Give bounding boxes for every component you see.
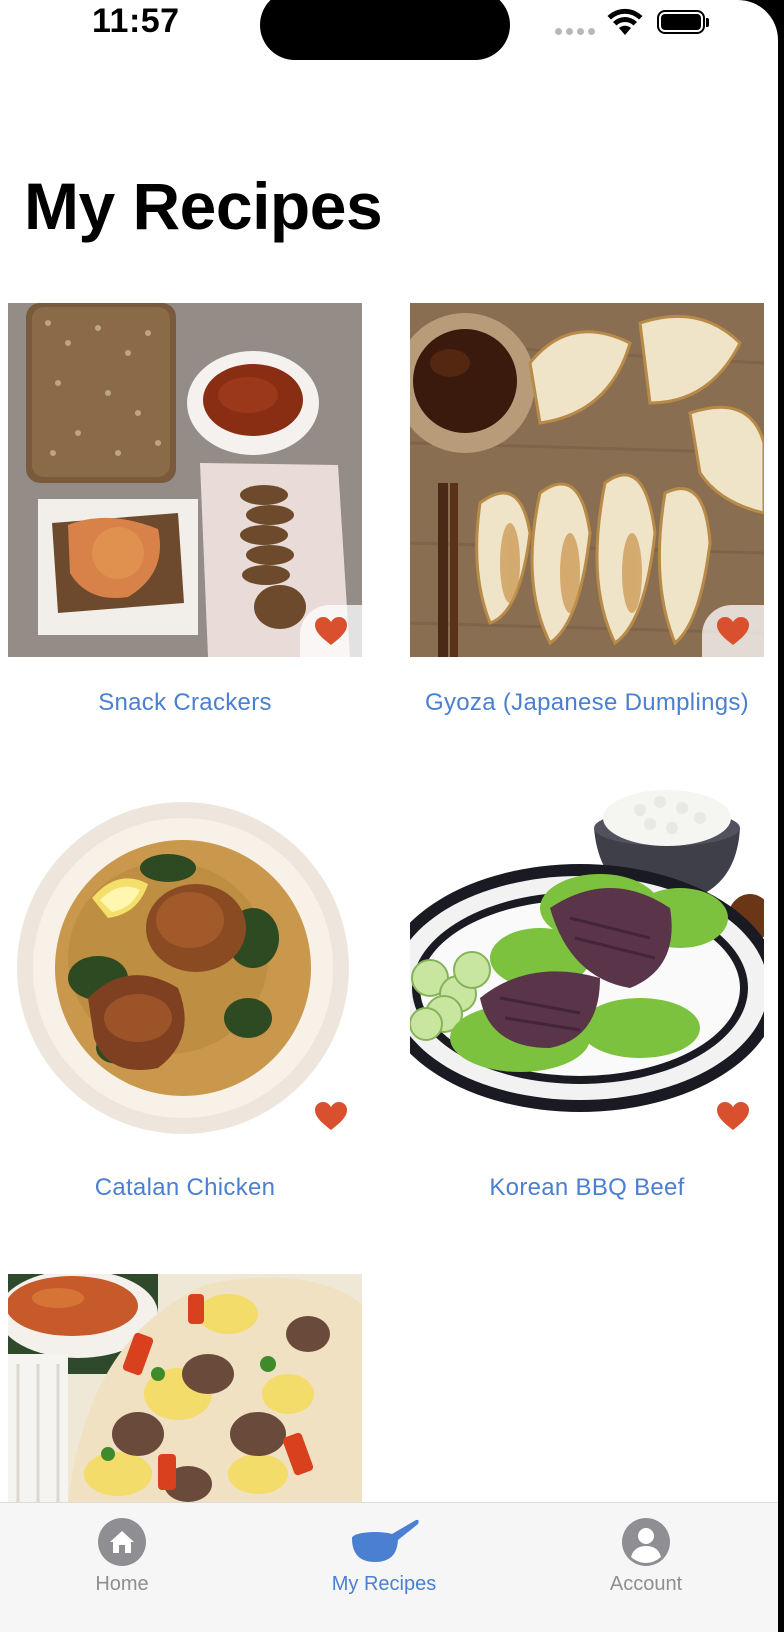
heart-icon (717, 1102, 749, 1130)
recipe-title[interactable]: Snack Crackers (8, 689, 362, 717)
burrito-photo (8, 1274, 362, 1502)
wifi-icon (607, 8, 643, 35)
favorite-button[interactable] (702, 1090, 764, 1142)
tab-account[interactable]: Account (556, 1515, 736, 1596)
chicken-photo (8, 788, 362, 1142)
recipe-card[interactable]: Snack Crackers (8, 303, 362, 717)
recipe-card[interactable]: Catalan Chicken (8, 788, 362, 1202)
battery-icon (657, 10, 709, 34)
recipe-image[interactable] (8, 788, 362, 1142)
pan-icon (352, 1519, 419, 1562)
favorite-button[interactable] (300, 1090, 362, 1142)
app-screen: 11:57 My Recipes Snack Crackers Gyoza (J… (0, 0, 778, 1632)
tab-bar: Home My Recipes Account (0, 1502, 778, 1632)
gyoza-photo (410, 303, 764, 657)
heart-icon (717, 617, 749, 645)
favorite-button[interactable] (702, 605, 764, 657)
recipe-image[interactable] (410, 788, 764, 1142)
recipe-title[interactable]: Gyoza (Japanese Dumplings) (410, 689, 764, 717)
recipe-image[interactable] (8, 303, 362, 657)
status-time: 11:57 (92, 2, 180, 40)
recipe-card[interactable] (8, 1274, 362, 1502)
recipe-title[interactable]: Korean BBQ Beef (410, 1174, 764, 1202)
recipe-title[interactable]: Catalan Chicken (8, 1174, 362, 1202)
tab-label: My Recipes (331, 1573, 437, 1595)
favorite-button[interactable] (300, 605, 362, 657)
page-title: My Recipes (24, 169, 383, 243)
tab-label: Account (609, 1573, 683, 1595)
heart-icon (315, 1102, 347, 1130)
tab-home[interactable]: Home (32, 1515, 212, 1596)
recipe-card[interactable]: Korean BBQ Beef (410, 788, 764, 1202)
crackers-photo (8, 303, 362, 657)
recipe-image[interactable] (410, 303, 764, 657)
recipe-image[interactable] (8, 1274, 362, 1502)
bbq-beef-photo (410, 788, 764, 1142)
house-icon (98, 1518, 146, 1566)
dynamic-island (260, 0, 510, 60)
recipe-card[interactable]: Gyoza (Japanese Dumplings) (410, 303, 764, 717)
heart-icon (315, 617, 347, 645)
person-icon (622, 1518, 670, 1566)
tab-label: Home (95, 1573, 149, 1595)
signal-icon (555, 28, 595, 35)
status-indicators (555, 8, 715, 38)
tab-my-recipes[interactable]: My Recipes (294, 1515, 474, 1596)
